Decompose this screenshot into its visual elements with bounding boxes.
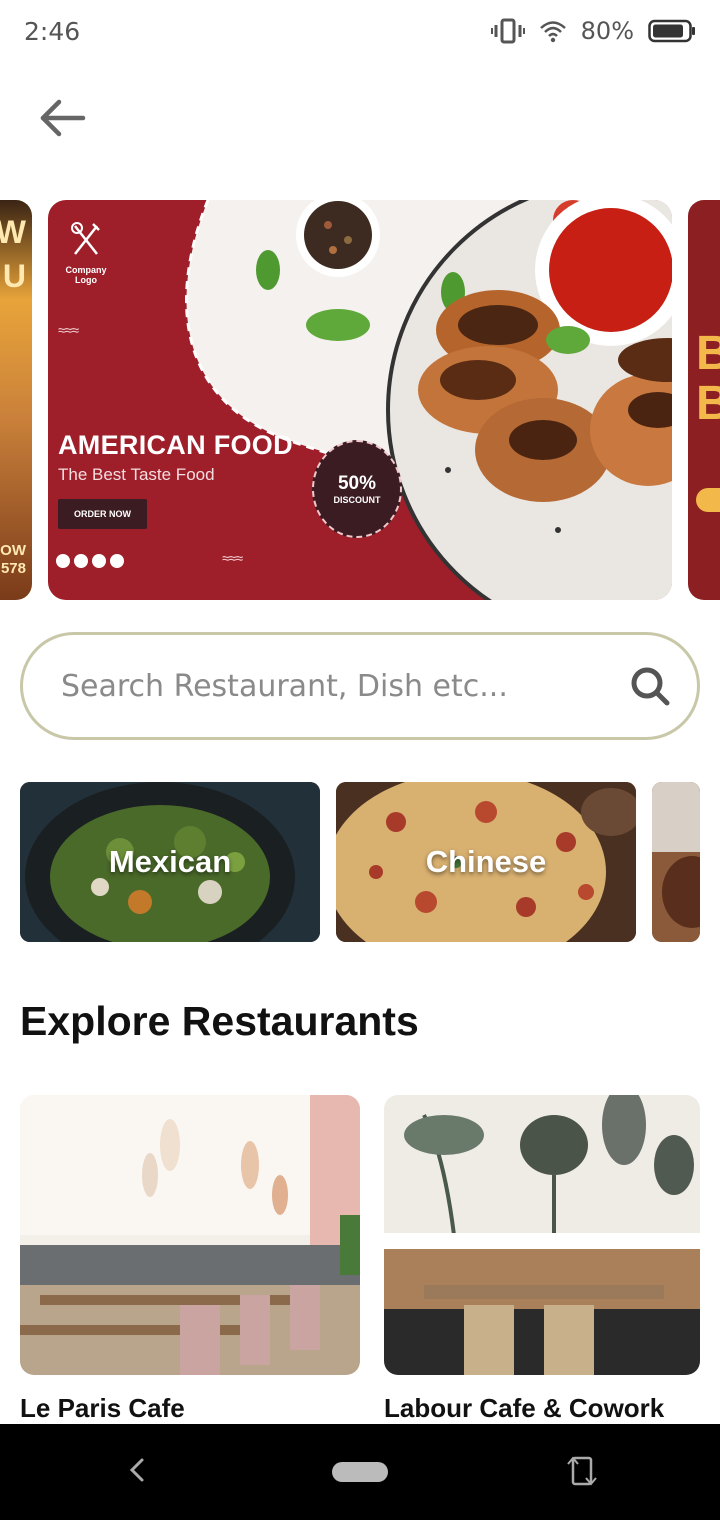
search-input[interactable]: [61, 668, 627, 704]
battery-icon: [648, 19, 696, 43]
peek-left-text: OW: [0, 542, 26, 559]
restaurant-name: Le Paris Cafe: [20, 1393, 185, 1423]
category-list: Mexican Chinese: [20, 782, 700, 942]
banner-peek-right[interactable]: B B: [688, 200, 720, 600]
banner-subtitle: The Best Taste Food: [58, 465, 215, 484]
status-icons: 80%: [490, 17, 696, 45]
restaurant-name: Labour Cafe & Cowork: [384, 1393, 665, 1423]
peek-right-text: B: [696, 377, 720, 430]
nav-back-button[interactable]: [120, 1452, 156, 1493]
rotate-icon: [567, 1455, 597, 1486]
nav-home-button[interactable]: [332, 1462, 388, 1482]
status-time: 2:46: [24, 16, 81, 46]
restaurant-image: [20, 1095, 360, 1375]
category-chinese[interactable]: Chinese: [336, 782, 636, 942]
discount-label: DISCOUNT: [333, 495, 381, 505]
vibrate-icon: [490, 18, 525, 44]
restaurant-image: [384, 1095, 700, 1375]
utensils-icon: [71, 222, 100, 255]
instagram-icon: [56, 554, 70, 568]
twitter-icon: [92, 554, 106, 568]
order-now-button[interactable]: ORDER NOW: [58, 499, 147, 529]
banner-title: AMERICAN FOOD: [58, 430, 293, 460]
nav-rotate-button[interactable]: [564, 1452, 600, 1493]
peek-left-text: W: [0, 214, 26, 250]
wifi-icon: [539, 19, 567, 43]
facebook-icon: [74, 554, 88, 568]
company-logo: Company Logo: [56, 222, 116, 285]
discount-badge: 50% DISCOUNT: [312, 440, 402, 538]
restaurant-card[interactable]: Labour Cafe & Cowork: [384, 1095, 700, 1424]
wave-decoration: ≈≈≈: [222, 550, 243, 566]
system-nav-bar: [0, 1424, 720, 1520]
category-label: Mexican: [108, 844, 232, 879]
peek-left-text: 578: [0, 560, 26, 577]
social-icons: [56, 554, 124, 568]
peek-left-text: U: [2, 258, 26, 294]
search-icon[interactable]: [627, 663, 673, 709]
section-title: Explore Restaurants: [20, 998, 419, 1044]
restaurant-card[interactable]: Le Paris Cafe: [20, 1095, 360, 1424]
category-next[interactable]: [652, 782, 700, 942]
battery-percent: 80%: [580, 17, 634, 45]
status-bar: 2:46 80%: [0, 0, 720, 62]
wave-decoration: ≈≈≈: [58, 322, 79, 338]
peek-right-text: B: [696, 327, 720, 380]
category-image: [652, 782, 700, 942]
company-logo-text: Company Logo: [65, 265, 107, 285]
banner-american-food[interactable]: Company Logo ≈≈≈ ≈≈≈ AMERICAN FOOD The B…: [48, 200, 672, 600]
back-button[interactable]: [30, 90, 94, 150]
whatsapp-icon: [110, 554, 124, 568]
banner-food-image: [185, 200, 672, 600]
chevron-left-icon: [129, 1458, 144, 1481]
arrow-left-icon: [37, 98, 87, 143]
banner-peek-left[interactable]: W U OW 578: [0, 200, 32, 600]
peek-right-button: [696, 488, 720, 512]
search-bar[interactable]: [20, 632, 700, 740]
banner-carousel[interactable]: W U OW 578 Company Logo ≈≈≈ ≈≈≈ AMERICAN…: [0, 200, 720, 600]
discount-percent: 50%: [337, 473, 377, 494]
category-label: Chinese: [425, 844, 547, 879]
category-mexican[interactable]: Mexican: [20, 782, 320, 942]
